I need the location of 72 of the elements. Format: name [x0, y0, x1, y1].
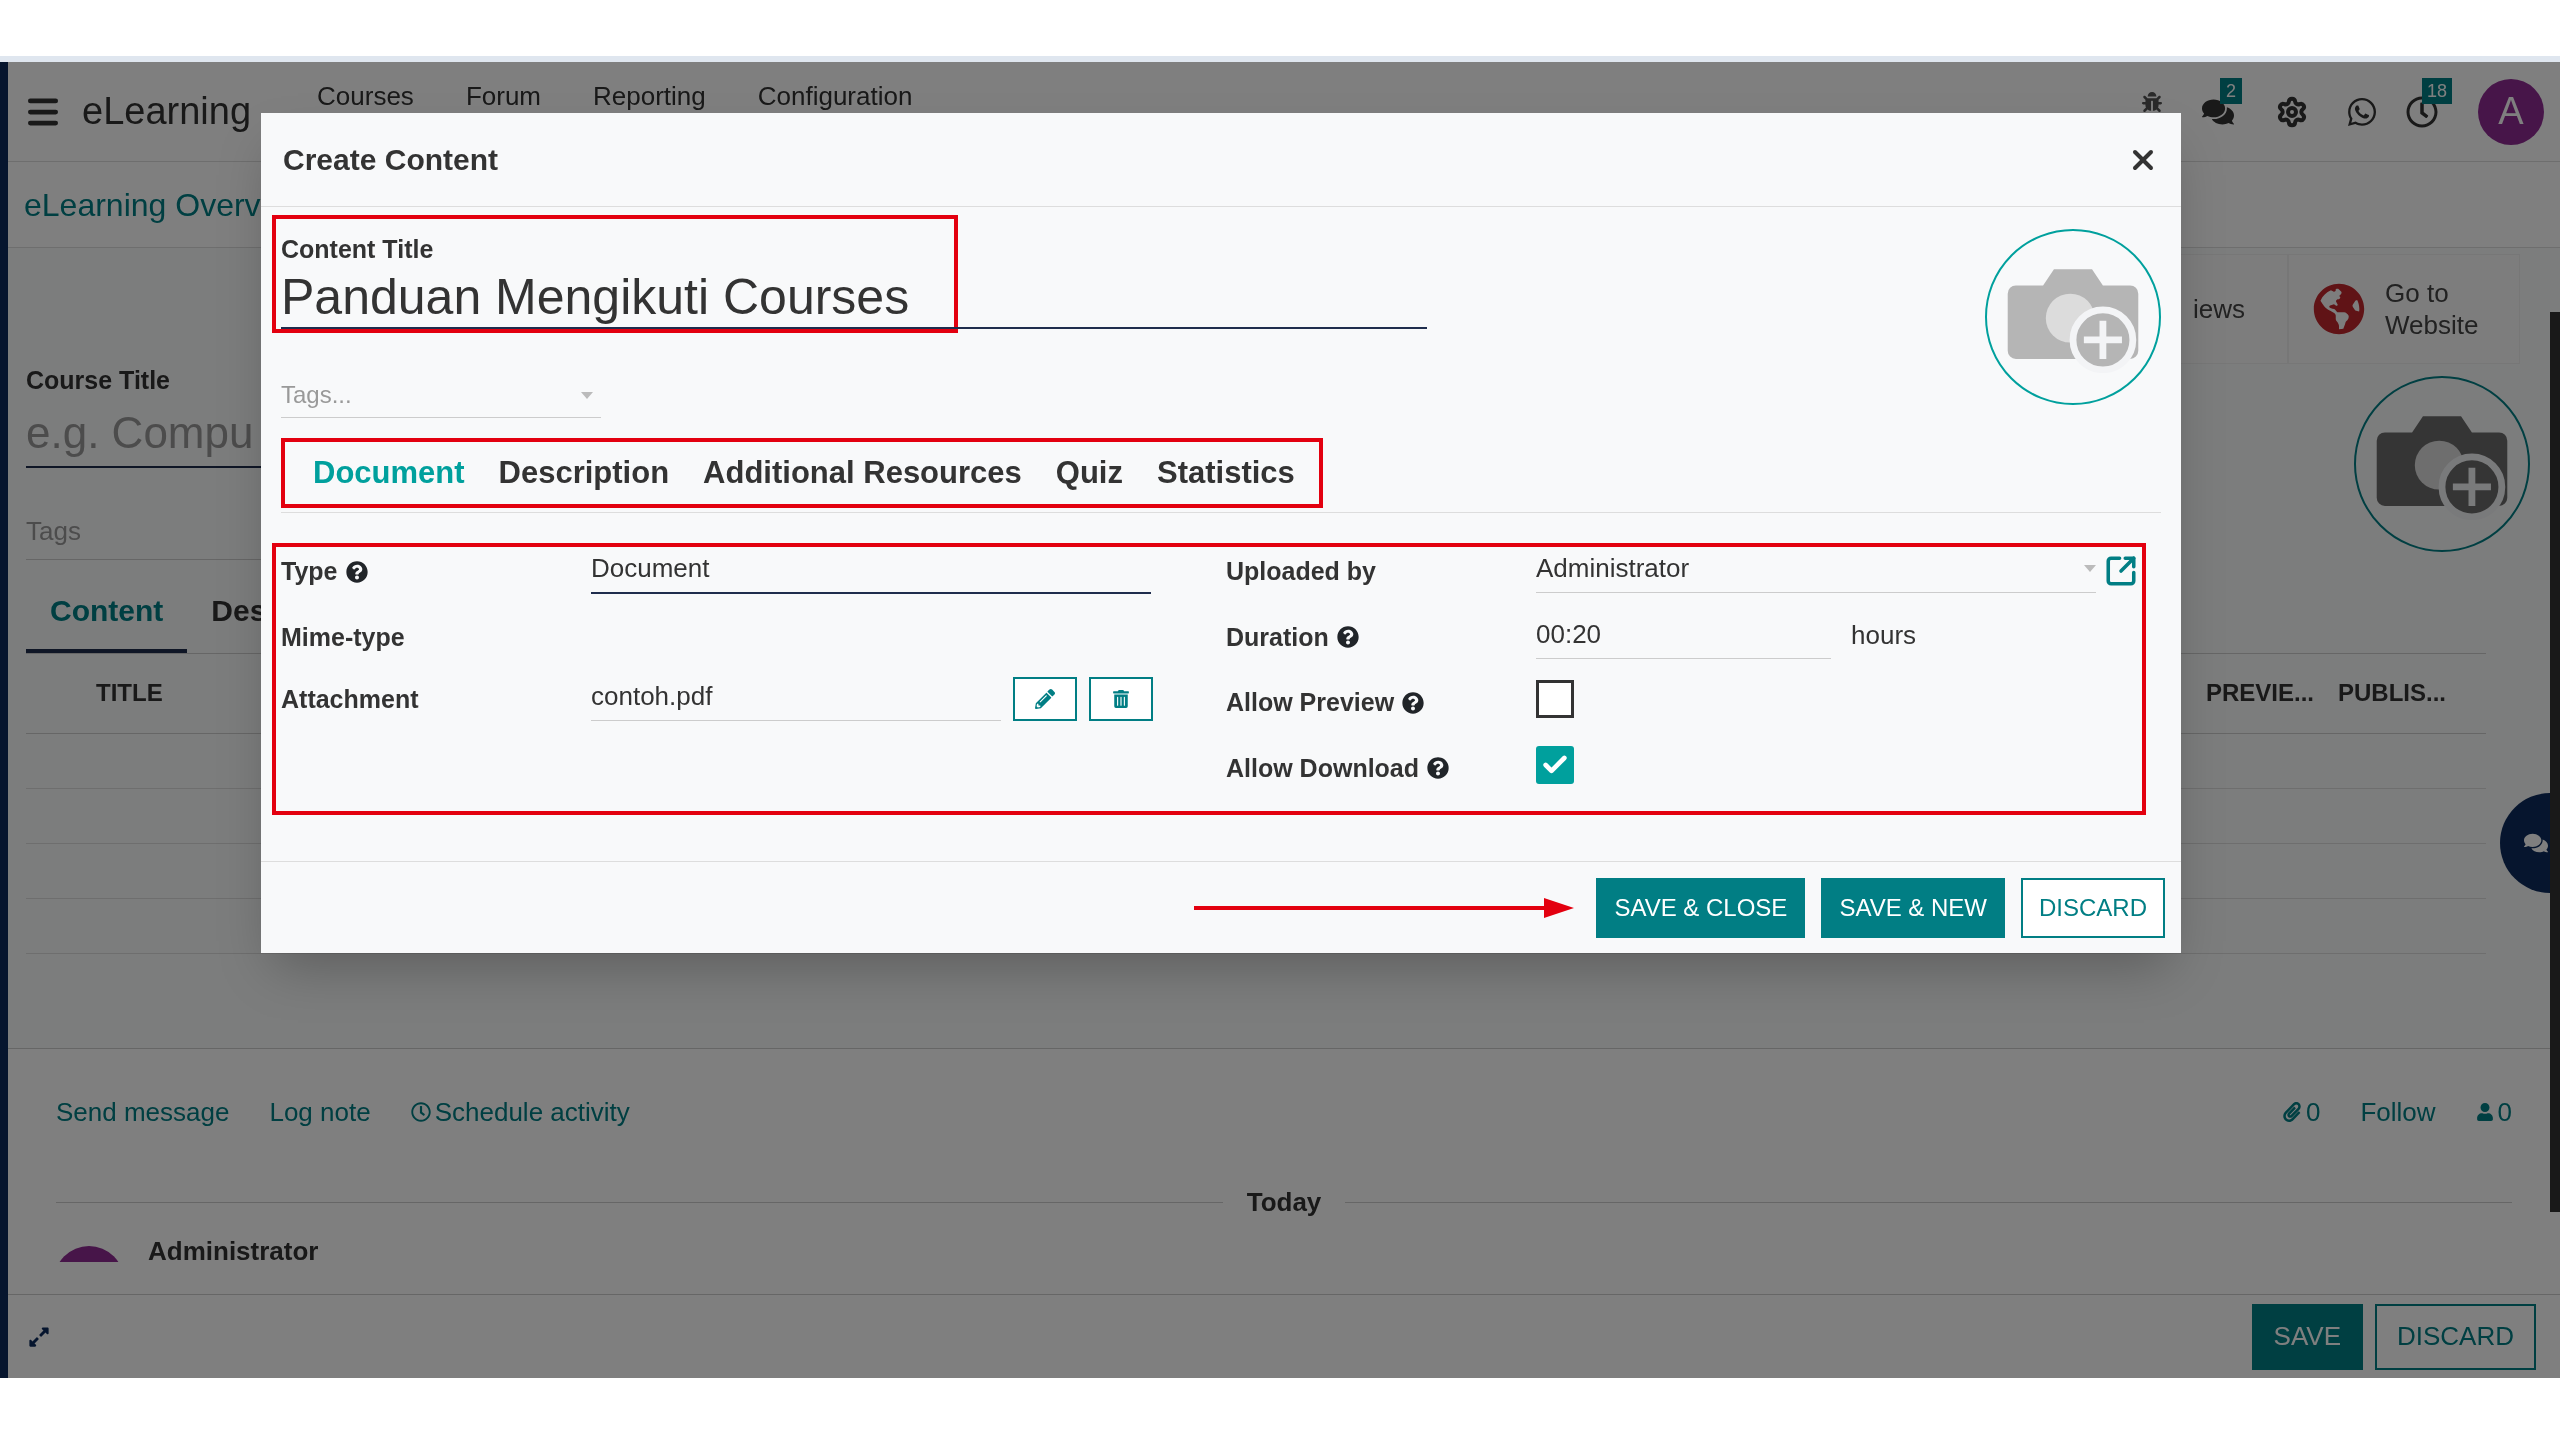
checkbox[interactable]	[1536, 680, 1574, 718]
checkbox[interactable]	[1536, 745, 1574, 784]
type-field[interactable]: Document	[591, 549, 1151, 594]
external-link-icon[interactable]	[2104, 554, 2138, 588]
date-separator: Today	[1245, 1186, 1323, 1219]
field-label: Allow Preview	[1226, 687, 1395, 718]
edit-button[interactable]	[1013, 677, 1077, 721]
notification-badge: 18	[2422, 77, 2453, 104]
tags-field[interactable]: Tags...	[281, 377, 601, 418]
caret-icon	[2084, 565, 2096, 572]
help-icon[interactable]	[1402, 691, 1425, 714]
field-label: Course Title	[26, 365, 171, 396]
schedule-activity-link[interactable]: Schedule activity	[410, 1092, 630, 1132]
user-icon	[2475, 1103, 2494, 1121]
paperclip-icon	[2281, 1102, 2302, 1122]
delete-button[interactable]	[1089, 677, 1153, 721]
chat-bubble-icon[interactable]	[2524, 831, 2548, 855]
field-label: Uploaded by	[1226, 556, 1376, 587]
column-header[interactable]: TITLE	[96, 675, 163, 711]
whatsapp-icon[interactable]	[2346, 95, 2378, 128]
help-icon[interactable]	[1427, 757, 1450, 780]
content-title-field[interactable]: Panduan Mengikuti Courses	[281, 267, 1427, 329]
expand-icon[interactable]	[28, 1325, 50, 1348]
app-name: eLearning	[82, 89, 252, 134]
globe-icon	[2313, 283, 2365, 335]
discard-button[interactable]: DISCARD	[2021, 877, 2165, 938]
settings-icon[interactable]	[2276, 95, 2308, 128]
save-button[interactable]: SAVE & NEW	[1821, 877, 2005, 938]
save-button[interactable]: SAVE	[2251, 1303, 2363, 1370]
help-icon[interactable]	[1336, 626, 1359, 649]
bug-icon[interactable]	[2142, 91, 2162, 112]
dialog-title: Create Content	[283, 142, 499, 178]
tab[interactable]: Additional Resources	[691, 449, 1034, 497]
tab[interactable]: Document	[301, 449, 477, 497]
nav-menu-item[interactable]: Configuration	[757, 77, 913, 116]
field-label: Duration	[1226, 621, 1329, 653]
unit-label: hours	[1851, 618, 1917, 652]
stat-button[interactable]: Go to Website	[2288, 254, 2520, 364]
log-note-link[interactable]: Log note	[269, 1092, 371, 1132]
column-header[interactable]: PREVIE...	[2205, 675, 2314, 711]
notification-badge: 2	[2220, 77, 2242, 104]
uploaded-by-field[interactable]: Administrator	[1536, 549, 2096, 593]
field-label: Mime-type	[281, 622, 405, 653]
clock-icon	[410, 1102, 431, 1122]
follow-link[interactable]: Follow	[2360, 1092, 2436, 1132]
trash-icon	[1112, 690, 1130, 708]
field-label: Content Title	[281, 234, 434, 265]
discard-button[interactable]: DISCARD	[2375, 1303, 2536, 1370]
column-header[interactable]: PUBLIS...	[2338, 675, 2446, 711]
user-avatar[interactable]: A	[2478, 78, 2544, 145]
send-message-link[interactable]: Send message	[56, 1092, 230, 1132]
field-label: Allow Download	[1226, 752, 1420, 784]
nav-menu-item[interactable]: Forum	[465, 77, 541, 116]
tab[interactable]: Description	[486, 449, 682, 497]
followers-count[interactable]: 0	[2475, 1092, 2512, 1132]
tab[interactable]: Quiz	[1043, 449, 1135, 497]
clock-icon[interactable]	[2406, 95, 2438, 128]
pencil-icon	[1035, 689, 1055, 709]
tab[interactable]: Statistics	[1144, 449, 1307, 497]
attachment-field[interactable]: contoh.pdf	[591, 677, 1001, 721]
field-label: Type	[281, 556, 338, 587]
nav-menu-item[interactable]: Courses	[317, 77, 414, 116]
nav-menu-item[interactable]: Reporting	[593, 77, 706, 116]
tab[interactable]: Content	[26, 571, 188, 653]
duration-field[interactable]: 00:20	[1536, 614, 1831, 659]
save-button[interactable]: SAVE & CLOSE	[1596, 877, 1806, 938]
caret-icon	[581, 391, 593, 399]
help-icon[interactable]	[345, 560, 368, 583]
author-name: Administrator	[148, 1235, 319, 1262]
field-label: Attachment	[281, 684, 419, 715]
scrollbar[interactable]	[2550, 312, 2560, 1212]
attachments-count[interactable]: 0	[2281, 1092, 2321, 1132]
